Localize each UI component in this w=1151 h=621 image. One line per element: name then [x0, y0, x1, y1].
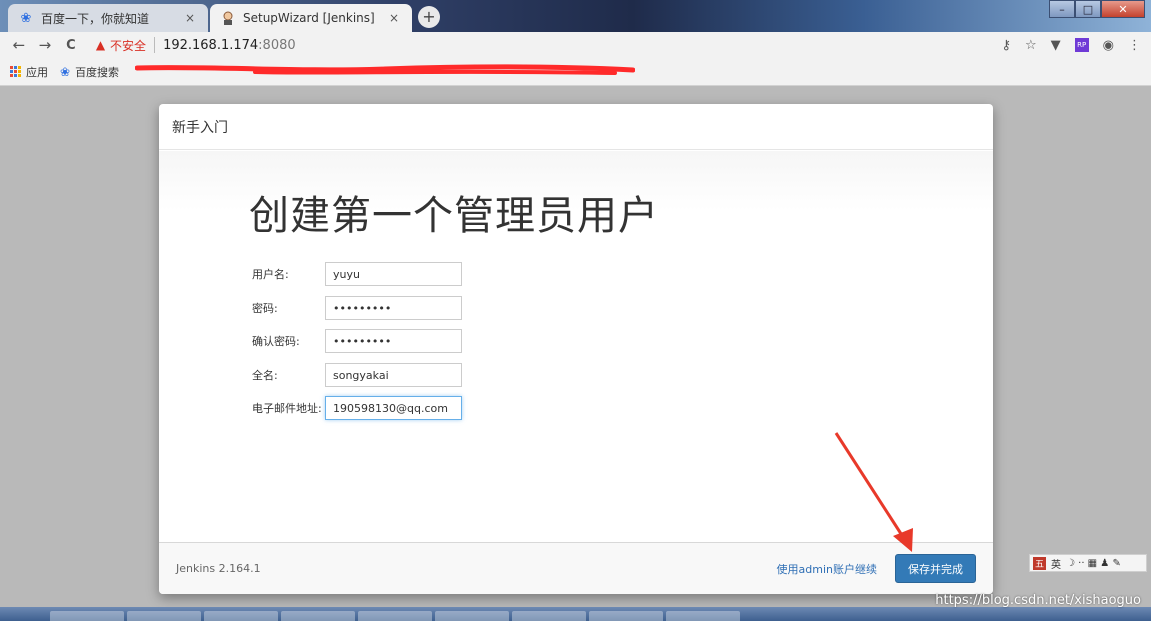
reload-button[interactable]: C [60, 34, 82, 56]
ime-mode[interactable]: 英 [1051, 556, 1061, 571]
bookmark-baidu-search[interactable]: ❀ 百度搜索 [60, 64, 119, 80]
warning-triangle-icon: ▲ [95, 38, 106, 52]
password-row: 密码: [252, 296, 462, 320]
taskbar-item[interactable] [512, 611, 586, 621]
apps-grid-icon [10, 66, 21, 77]
jenkins-version: Jenkins 2.164.1 [176, 562, 261, 575]
back-button[interactable]: ← [8, 34, 30, 56]
account-icon[interactable]: ◉ [1103, 38, 1114, 53]
key-icon[interactable]: ⚷ [1001, 38, 1011, 53]
extension-filter-icon[interactable]: ▼ [1051, 38, 1061, 53]
dialog-body: 创建第一个管理员用户 用户名: 密码: 确认密码: 全名: 电子邮件地址: [159, 151, 993, 542]
confirm-password-row: 确认密码: [252, 329, 462, 353]
jenkins-icon [220, 10, 236, 26]
tab-title: SetupWizard [Jenkins] [243, 11, 375, 25]
username-row: 用户名: [252, 262, 462, 286]
tab-jenkins-setup[interactable]: SetupWizard [Jenkins] × [210, 4, 412, 32]
fullname-input[interactable] [325, 363, 462, 387]
continue-as-admin-link[interactable]: 使用admin账户继续 [777, 561, 877, 577]
taskbar-item[interactable] [435, 611, 509, 621]
bookmark-apps[interactable]: 应用 [10, 64, 48, 80]
email-input[interactable] [325, 396, 462, 420]
taskbar-item[interactable] [666, 611, 740, 621]
taskbar-item[interactable] [358, 611, 432, 621]
page-content: 新手入门 创建第一个管理员用户 用户名: 密码: 确认密码: 全名: 电子邮件地… [0, 86, 1151, 607]
tab-close-icon[interactable]: × [386, 11, 402, 25]
taskbar-item[interactable] [589, 611, 663, 621]
url-port: :8080 [258, 37, 296, 53]
menu-kebab-icon[interactable]: ⋮ [1128, 38, 1141, 53]
bookmark-star-icon[interactable]: ☆ [1025, 38, 1037, 53]
forward-button[interactable]: → [34, 34, 56, 56]
browser-toolbar: ← → C ▲ 不安全 192.168.1.174 :8080 ⚷ ☆ ▼ RP… [0, 32, 1151, 58]
email-row: 电子邮件地址: [252, 396, 462, 420]
baidu-paw-icon: ❀ [60, 64, 71, 79]
window-controls: – □ ✕ [1049, 0, 1145, 18]
password-input[interactable] [325, 296, 462, 320]
url-host: 192.168.1.174 [163, 37, 259, 53]
username-input[interactable] [325, 262, 462, 286]
maximize-button[interactable]: □ [1075, 0, 1101, 18]
fullname-row: 全名: [252, 363, 462, 387]
extension-rp-icon[interactable]: RP [1074, 38, 1089, 52]
dialog-header: 新手入门 [159, 104, 993, 150]
address-bar[interactable]: ▲ 不安全 192.168.1.174 :8080 ⚷ ☆ ▼ RP ◉ ⋮ [89, 33, 1151, 57]
taskbar-item[interactable] [204, 611, 278, 621]
email-label: 电子邮件地址: [252, 402, 322, 415]
setup-wizard-dialog: 新手入门 创建第一个管理员用户 用户名: 密码: 确认密码: 全名: 电子邮件地… [159, 104, 993, 594]
windows-taskbar [0, 607, 1151, 621]
tab-baidu[interactable]: ❀ 百度一下，你就知道 × [8, 4, 208, 32]
tab-close-icon[interactable]: × [182, 11, 198, 25]
minimize-button[interactable]: – [1049, 0, 1075, 18]
dialog-footer: Jenkins 2.164.1 使用admin账户继续 保存并完成 [159, 542, 993, 594]
baidu-paw-icon: ❀ [20, 10, 32, 26]
ime-logo-icon: 五 [1033, 556, 1046, 570]
username-label: 用户名: [252, 268, 289, 281]
confirm-password-label: 确认密码: [252, 335, 300, 348]
ime-extra-icons[interactable]: ☽ ·· ▦ ♟ ✎ [1066, 558, 1121, 569]
bookmark-label: 百度搜索 [75, 65, 120, 79]
taskbar-item[interactable] [127, 611, 201, 621]
page-title: 创建第一个管理员用户 [249, 193, 659, 239]
save-and-finish-button[interactable]: 保存并完成 [895, 554, 976, 583]
taskbar-item[interactable] [281, 611, 355, 621]
address-bar-actions: ⚷ ☆ ▼ RP ◉ ⋮ [1001, 38, 1151, 53]
taskbar-item[interactable] [50, 611, 124, 621]
close-window-button[interactable]: ✕ [1101, 0, 1145, 18]
confirm-password-input[interactable] [325, 329, 462, 353]
address-separator [154, 37, 156, 53]
new-tab-button[interactable]: + [418, 6, 440, 28]
redaction-scribble [135, 64, 635, 75]
watermark: https://blog.csdn.net/xishaoguo [935, 593, 1141, 608]
tab-title: 百度一下，你就知道 [41, 11, 150, 26]
security-status[interactable]: 不安全 [110, 37, 146, 54]
fullname-label: 全名: [252, 369, 278, 382]
ime-toolbar[interactable]: 五 英 ☽ ·· ▦ ♟ ✎ [1029, 554, 1147, 572]
browser-tab-strip: ❀ 百度一下，你就知道 × SetupWizard [Jenkins] × + … [0, 0, 1151, 32]
bookmark-label: 应用 [26, 65, 48, 79]
password-label: 密码: [252, 302, 278, 315]
